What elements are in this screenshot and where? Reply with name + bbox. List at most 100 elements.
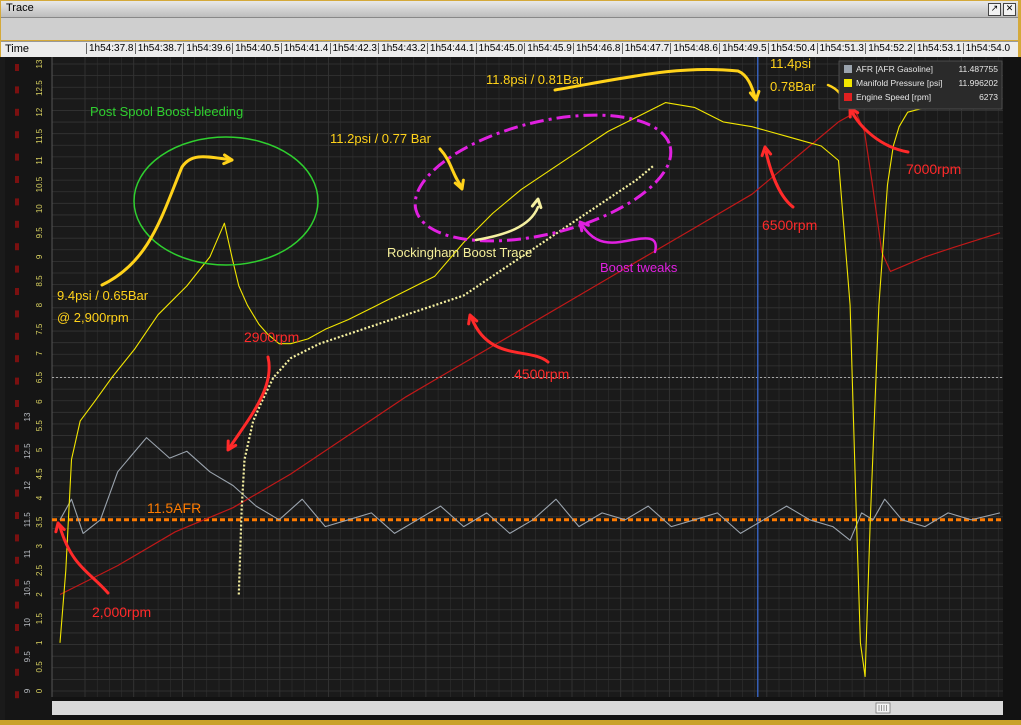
- rpm-tick-mark: [15, 579, 19, 587]
- afr-tick-label: 11: [23, 549, 32, 558]
- rpm-tick-mark: [15, 220, 19, 228]
- rpm-7000-label: 7000rpm: [906, 161, 961, 177]
- time-tick-label: 1h54:45.9: [524, 43, 572, 54]
- boost-tick-label: 3.5: [35, 516, 44, 528]
- boost-tick-label: 5.5: [35, 420, 44, 432]
- rpm-4500-label: 4500rpm: [514, 366, 569, 382]
- legend-label: Manifold Pressure [psi]: [856, 78, 942, 88]
- boost-tick-label: 6: [35, 399, 44, 404]
- afr-reference-label: 11.5AFR: [147, 500, 201, 516]
- rpm-tick-mark: [15, 422, 19, 430]
- trace-window: Trace ↗ ✕ Time 1h54:37.8 1h54:38.7 1h54:39…: [0, 0, 1021, 720]
- rpm-tick-mark: [15, 624, 19, 631]
- time-tick-label: 1h54:52.2: [865, 43, 913, 54]
- rpm-tick-mark: [15, 467, 19, 475]
- time-tick-label: 1h54:53.1: [913, 43, 961, 54]
- boost-tick-label: 2.5: [35, 564, 44, 576]
- legend-value: 11.487755: [958, 64, 998, 74]
- boost-tick-label: 1: [35, 640, 44, 645]
- boost-tick-label: 9: [35, 254, 44, 259]
- afr-tick-label: 10.5: [23, 580, 32, 596]
- legend-value: 11.996202: [958, 78, 998, 88]
- time-tick-label: 1h54:54.0: [962, 43, 1010, 54]
- boost-tick-label: 4.5: [35, 468, 44, 480]
- boost-tick-label: 12.5: [35, 80, 44, 96]
- scrollbar-thumb: [875, 702, 891, 714]
- rpm-tick-mark: [15, 444, 19, 452]
- toolbar-strip: [1, 18, 1018, 40]
- rpm-tick-mark: [15, 265, 19, 273]
- pin-icon[interactable]: ↗: [988, 3, 1001, 16]
- rpm-tick-mark: [15, 243, 19, 251]
- boost-tick-label: 1.5: [35, 613, 44, 625]
- left-rail: [0, 57, 5, 720]
- afr-tick-label: 9.5: [23, 651, 32, 663]
- time-tick-label: 1h54:50.4: [767, 43, 815, 54]
- legend-value: 6273: [979, 92, 998, 102]
- time-tick-label: 1h54:48.6: [670, 43, 718, 54]
- boost-tick-label: 9.5: [35, 227, 44, 239]
- psi-11-2-label: 11.2psi / 0.77 Bar: [330, 131, 432, 146]
- legend-label: Engine Speed [rpm]: [856, 92, 931, 102]
- rpm-2900-label: 2900rpm: [244, 329, 299, 345]
- window-title: Trace: [6, 2, 34, 14]
- rpm-tick-mark: [15, 601, 19, 609]
- rpm-tick-mark: [15, 108, 19, 116]
- time-tick-label: 1h54:38.7: [134, 43, 182, 54]
- psi-11-8-label: 11.8psi / 0.81Bar: [486, 72, 584, 87]
- boost-tick-label: 10: [35, 204, 44, 213]
- time-axis-header: Time 1h54:37.8 1h54:38.7 1h54:39.6 1h54:40.…: [1, 41, 1018, 58]
- psi-9-4-label: 9.4psi / 0.65Bar: [57, 288, 149, 303]
- time-tick-label: 1h54:42.3: [329, 43, 377, 54]
- time-tick-label: 1h54:46.8: [573, 43, 621, 54]
- boost-tick-label: 7.5: [35, 323, 44, 335]
- time-column-label: Time: [5, 43, 30, 55]
- rpm-tick-mark: [15, 355, 19, 363]
- rpm-tick-mark: [15, 198, 19, 206]
- time-tick-label: 1h54:43.2: [378, 43, 426, 54]
- rpm-tick-mark: [15, 691, 19, 699]
- close-icon[interactable]: ✕: [1003, 3, 1016, 16]
- boost-tick-label: 10.5: [35, 176, 44, 192]
- rpm-2000-label: 2,000rpm: [92, 604, 151, 620]
- boost-tick-label: 5: [35, 447, 44, 452]
- afr-tick-label: 12.5: [23, 443, 32, 459]
- time-tick-label: 1h54:45.0: [475, 43, 523, 54]
- psi-11-4-label: 11.4psi: [770, 57, 811, 71]
- afr-tick-label: 12: [23, 481, 32, 490]
- boost-tweaks-label: Boost tweaks: [600, 260, 678, 275]
- legend-swatch: [844, 65, 852, 73]
- rpm-tick-mark: [15, 668, 19, 676]
- bar-0-78-label: 0.78Bar: [770, 79, 816, 94]
- boost-tick-label: 2: [35, 592, 44, 597]
- trace-plot[interactable]: 13 12.5 12 11.5 11 10.5 10 9.5 9 8.5 8 7.5 7 6.5 6 5.5 5…: [0, 56, 1021, 720]
- legend-swatch: [844, 79, 852, 87]
- rpm-tick-mark: [15, 64, 19, 71]
- rpm-6500-label: 6500rpm: [762, 217, 817, 233]
- rpm-tick-mark: [15, 86, 19, 94]
- boost-tick-label: 0: [35, 688, 44, 693]
- at-2900-label: @ 2,900rpm: [57, 310, 129, 325]
- rpm-tick-mark: [15, 288, 19, 295]
- afr-tick-label: 11.5: [23, 512, 32, 528]
- boost-tick-label: 11.5: [35, 128, 44, 144]
- afr-tick-label: 9: [23, 688, 32, 693]
- trace-chart[interactable]: 1312.51211.51110.5109.598.587.576.565.55…: [0, 56, 1021, 720]
- rpm-tick-mark: [15, 646, 19, 654]
- boost-tick-label: 8.5: [35, 275, 44, 287]
- boost-tick-label: 7: [35, 351, 44, 356]
- rpm-tick-mark: [15, 556, 19, 564]
- time-tick-label: 1h54:37.8: [86, 43, 134, 54]
- afr-tick-label: 13: [23, 412, 32, 421]
- boost-tick-label: 6.5: [35, 371, 44, 383]
- legend-label: AFR [AFR Gasoline]: [856, 64, 933, 74]
- boost-tick-label: 4: [35, 495, 44, 500]
- rpm-tick-mark: [15, 512, 19, 519]
- boost-tick-label: 13: [35, 59, 44, 68]
- post-spool-label: Post Spool Boost-bleeding: [90, 104, 243, 119]
- rpm-tick-mark: [15, 534, 19, 542]
- rpm-tick-mark: [15, 176, 19, 183]
- boost-tick-label: 8: [35, 302, 44, 307]
- time-tick-label: 1h54:39.6: [183, 43, 231, 54]
- afr-tick-label: 10: [23, 618, 32, 627]
